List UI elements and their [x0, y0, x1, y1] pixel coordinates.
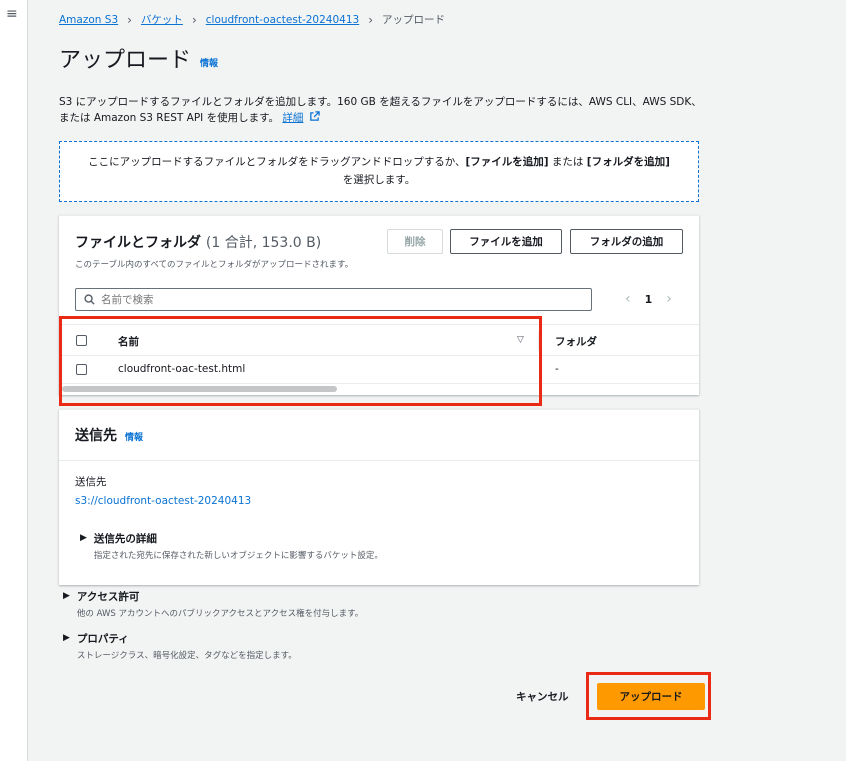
column-folder[interactable]: フォルダ: [555, 334, 597, 349]
breadcrumb-buckets[interactable]: バケット: [141, 12, 183, 27]
breadcrumb: Amazon S3 › バケット › cloudfront-oactest-20…: [59, 12, 445, 27]
pagination: ‹ 1 ›: [625, 291, 672, 307]
highlight-box-table: [59, 316, 542, 406]
files-count: (1 合計, 153.0 B): [205, 235, 322, 251]
access-desc: 他の AWS アカウントへのパブリックアクセスとアクセス権を付与します。: [76, 609, 364, 619]
drop-zone[interactable]: ここにアップロードするファイルとフォルダをドラッグアンドドロップするか、[ファイ…: [59, 141, 699, 202]
file-folder: -: [555, 363, 559, 375]
external-link-icon: [309, 111, 320, 121]
destination-details-expander[interactable]: ▶ 送信先の詳細 指定された宛先に保存された新しいオブジェクトに影響するバケット…: [80, 531, 383, 561]
page-description: S3 にアップロードするファイルとフォルダを追加します。160 GB を超えるフ…: [59, 94, 709, 126]
files-subtitle: このテーブル内のすべてのファイルとフォルダがアップロードされます。: [75, 260, 354, 270]
breadcrumb-amazon-s3[interactable]: Amazon S3: [59, 14, 118, 26]
files-panel-title: ファイルとフォルダ (1 合計, 153.0 B): [75, 232, 321, 252]
left-nav-rail: ≡: [0, 0, 28, 761]
destination-label: 送信先: [75, 476, 107, 488]
chevron-right-icon: ›: [191, 12, 197, 27]
caret-right-icon: ▶: [80, 533, 87, 543]
properties-title: プロパティ: [76, 633, 129, 645]
properties-desc: ストレージクラス、暗号化設定、タグなどを指定します。: [76, 651, 297, 661]
destination-details-desc: 指定された宛先に保存された新しいオブジェクトに影響するバケット設定。: [93, 551, 383, 561]
chevron-right-icon[interactable]: ›: [666, 291, 672, 307]
access-expander[interactable]: ▶ アクセス許可 他の AWS アカウントへのパブリックアクセスとアクセス権を付…: [63, 589, 363, 619]
chevron-right-icon: ›: [127, 12, 132, 27]
dropzone-add-folder: [フォルダを追加]: [586, 156, 670, 168]
dropzone-middle: または: [548, 156, 587, 168]
delete-button[interactable]: 削除: [387, 229, 443, 254]
breadcrumb-bucket[interactable]: cloudfront-oactest-20240413: [206, 14, 359, 26]
access-title: アクセス許可: [76, 591, 140, 603]
caret-right-icon: ▶: [63, 633, 70, 643]
description-text: S3 にアップロードするファイルとフォルダを追加します。160 GB を超えるフ…: [59, 96, 702, 124]
highlight-box-upload: [586, 672, 711, 720]
destination-info-link[interactable]: 情報: [125, 430, 143, 443]
learn-more-link[interactable]: 詳細: [282, 112, 303, 124]
files-title: ファイルとフォルダ: [75, 235, 201, 251]
add-files-button[interactable]: ファイルを追加: [450, 229, 562, 254]
destination-panel: 送信先 情報 送信先 s3://cloudfront-oactest-20240…: [59, 409, 699, 585]
search-icon: [84, 294, 95, 305]
chevron-right-icon: ›: [368, 12, 373, 27]
page-title: アップロード: [59, 48, 192, 73]
menu-icon[interactable]: ≡: [6, 6, 18, 22]
dropzone-add-files: [ファイルを追加]: [465, 156, 549, 168]
search-box[interactable]: [75, 288, 592, 311]
dropzone-text: ここにアップロードするファイルとフォルダをドラッグアンドドロップするか、: [88, 156, 466, 168]
cancel-button[interactable]: キャンセル: [516, 689, 569, 704]
chevron-left-icon[interactable]: ‹: [625, 291, 631, 307]
page-info-link[interactable]: 情報: [200, 56, 218, 69]
dropzone-text-end: を選択します。: [342, 174, 416, 186]
divider: [59, 460, 699, 461]
destination-title: 送信先: [75, 428, 117, 444]
properties-expander[interactable]: ▶ プロパティ ストレージクラス、暗号化設定、タグなどを指定します。: [63, 631, 297, 661]
caret-right-icon: ▶: [63, 591, 70, 601]
page-number[interactable]: 1: [645, 293, 653, 306]
destination-details-title: 送信先の詳細: [93, 533, 157, 545]
destination-url[interactable]: s3://cloudfront-oactest-20240413: [75, 495, 251, 507]
search-input[interactable]: [101, 293, 581, 306]
main-content: Amazon S3 › バケット › cloudfront-oactest-20…: [28, 0, 846, 761]
add-folder-button[interactable]: フォルダの追加: [570, 229, 683, 254]
breadcrumb-current: アップロード: [382, 14, 445, 26]
